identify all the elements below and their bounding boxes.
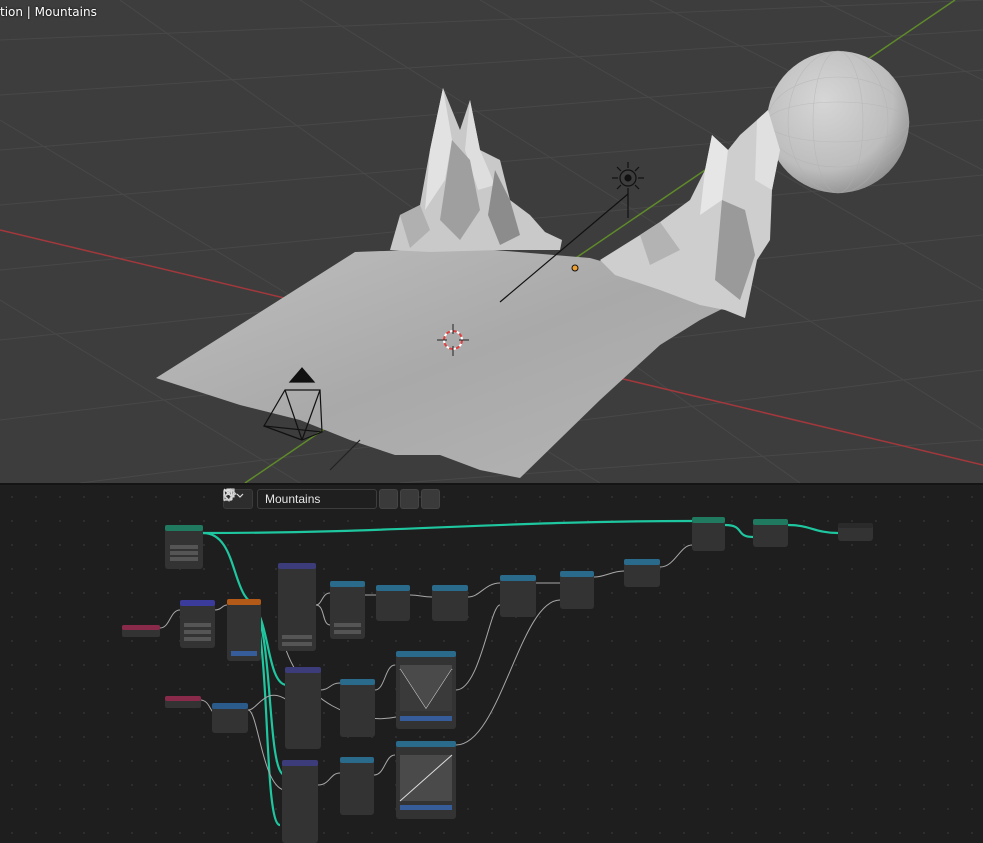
node-combine-final: [624, 559, 660, 587]
node-noise-2: [285, 667, 321, 749]
node-grid: [165, 525, 203, 569]
pin-button[interactable]: [223, 488, 468, 509]
left-mountain: [390, 88, 562, 252]
origin-dot: [571, 264, 579, 272]
viewport-scene[interactable]: [0, 0, 983, 483]
node-math-3: [500, 575, 536, 617]
node-map-range-3: [340, 757, 374, 815]
node-float-curve-2: [396, 741, 456, 819]
node-map-range-1: [330, 581, 365, 639]
node-editor-header: Mountains: [223, 488, 468, 510]
pin-icon: [223, 488, 237, 502]
node-math-4: [560, 571, 594, 609]
node-graph[interactable]: [0, 485, 983, 843]
unlink-button[interactable]: [223, 488, 440, 509]
node-float-curve-1: [396, 651, 456, 729]
3d-viewport[interactable]: tion | Mountains: [0, 0, 983, 483]
node-separate: [212, 703, 248, 733]
node-math-1: [376, 585, 410, 621]
node-math-2: [432, 585, 468, 621]
fake-user-button[interactable]: [223, 488, 398, 509]
node-group-output: [838, 523, 873, 541]
node-combine-xyz: [180, 600, 215, 648]
duplicate-button[interactable]: [223, 488, 419, 509]
node-editor[interactable]: Mountains: [0, 485, 983, 843]
node-value-1: [122, 625, 160, 637]
node-set-shade: [753, 519, 788, 547]
node-noise-1: [278, 563, 316, 651]
node-noise-3: [282, 760, 318, 843]
node-value-2: [165, 696, 201, 708]
viewport-title: tion | Mountains: [0, 5, 97, 19]
node-transform: [227, 599, 261, 661]
node-set-position: [692, 517, 725, 551]
node-group-name-field[interactable]: Mountains: [257, 489, 377, 509]
node-map-range-2: [340, 679, 375, 737]
